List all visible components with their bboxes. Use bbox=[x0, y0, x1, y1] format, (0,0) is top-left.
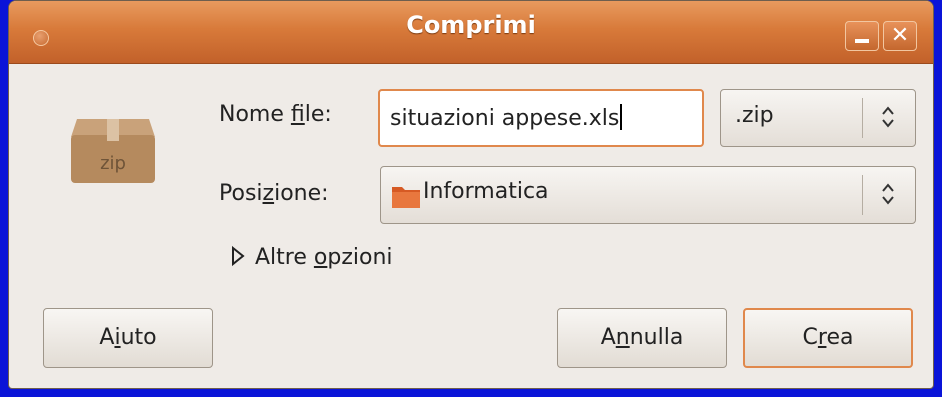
compress-dialog: Comprimi ✕ zip Nome file: situazioni app… bbox=[8, 0, 934, 389]
combo-separator bbox=[862, 175, 863, 215]
position-select[interactable]: Informatica bbox=[380, 166, 916, 224]
combo-separator bbox=[862, 98, 863, 138]
close-icon: ✕ bbox=[890, 23, 910, 48]
title-bar[interactable]: Comprimi ✕ bbox=[9, 1, 933, 64]
window-title: Comprimi bbox=[406, 11, 536, 39]
more-options-label: Altre opzioni bbox=[255, 245, 393, 270]
extension-select[interactable]: .zip bbox=[720, 89, 916, 147]
zip-icon-label: zip bbox=[100, 153, 126, 174]
filename-value: situazioni appese.xls bbox=[390, 106, 620, 131]
position-label: Posizione: bbox=[219, 181, 329, 206]
folder-icon bbox=[392, 187, 420, 208]
filename-input[interactable]: situazioni appese.xls bbox=[378, 89, 704, 147]
more-options-expander[interactable]: Altre opzioni bbox=[231, 245, 393, 270]
create-button[interactable]: Crea bbox=[743, 308, 913, 368]
zip-archive-icon: zip bbox=[71, 119, 155, 183]
cancel-button[interactable]: Annulla bbox=[557, 308, 727, 368]
expander-triangle-icon bbox=[232, 245, 245, 267]
position-value: Informatica bbox=[423, 179, 549, 204]
close-button[interactable]: ✕ bbox=[883, 21, 917, 51]
extension-value: .zip bbox=[735, 103, 774, 128]
minimize-button[interactable] bbox=[845, 21, 879, 51]
help-button[interactable]: Aiuto bbox=[43, 308, 213, 368]
text-caret bbox=[620, 104, 623, 130]
filename-label: Nome file: bbox=[219, 102, 332, 127]
updown-chevron-icon bbox=[882, 183, 894, 205]
updown-chevron-icon bbox=[882, 106, 894, 128]
